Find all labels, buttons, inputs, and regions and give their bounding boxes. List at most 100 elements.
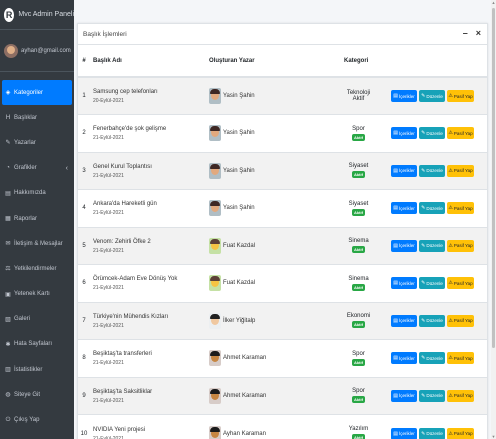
actions-cell: ▤ İçerikler ✎ Düzenle ⚠ Pasif Yap	[388, 302, 487, 340]
edit-button[interactable]: ✎ Düzenle	[419, 90, 445, 102]
user-panel[interactable]: ayhan@gmail.com	[0, 30, 74, 72]
close-button[interactable]: ×	[476, 28, 481, 38]
edit-label: Düzenle	[426, 168, 443, 174]
table-row: 3 Genel Kurul Toplantısı 21-Eylül-2021 Y…	[78, 152, 487, 190]
row-number: 4	[82, 205, 86, 212]
edit-button[interactable]: ✎ Düzenle	[419, 352, 445, 365]
contents-button[interactable]: ▤ İçerikler	[391, 352, 417, 365]
sidebar-item-5[interactable]: ▦ Raporlar	[0, 206, 74, 231]
header-title: Başlık Adı	[90, 45, 206, 78]
table-row: 9 Beşiktaş'ta Saksitliklar 21-Eylül-2021…	[78, 377, 487, 415]
contents-button[interactable]: ▤ İçerikler	[391, 314, 417, 327]
actions-cell: ▤ İçerikler ✎ Düzenle ⚠ Pasif Yap	[388, 190, 487, 228]
contents-button[interactable]: ▤ İçerikler	[391, 90, 417, 102]
sidebar-item-label: Yetenek Kartı	[14, 291, 50, 298]
sidebar-item-label: Galeri	[14, 316, 31, 323]
contents-label: İçerikler	[398, 243, 415, 249]
category-cell: Ekonomi Aktif	[326, 302, 388, 340]
author-name: Yasin Şahin	[223, 93, 255, 99]
title-cell: Samsung cep telefonları 20-Eylül-2021	[90, 77, 206, 115]
actions-cell: ▤ İçerikler ✎ Düzenle ⚠ Pasif Yap	[388, 227, 487, 265]
passive-button[interactable]: ⚠ Pasif Yap	[447, 314, 474, 327]
status-badge: Aktif	[352, 283, 365, 291]
sidebar-item-9[interactable]: ▧ Galeri	[0, 307, 74, 332]
passive-button[interactable]: ⚠ Pasif Yap	[447, 127, 474, 140]
sidebar-item-11[interactable]: ▥ İstatistikler	[0, 357, 74, 382]
sidebar-item-6[interactable]: ✉ İletişim & Mesajlar	[0, 231, 74, 256]
contents-label: İçerikler	[398, 318, 415, 324]
passive-button[interactable]: ⚠ Pasif Yap	[447, 239, 474, 252]
edit-button[interactable]: ✎ Düzenle	[419, 239, 445, 252]
table-row: 1 Samsung cep telefonları 20-Eylül-2021 …	[78, 77, 487, 115]
table-row: 10 NVIDIA Yeni projesi 21-Eylül-2021 Ayh…	[78, 414, 487, 439]
sidebar-item-label: Grafikler	[14, 165, 37, 172]
pencil-icon: ✎	[421, 93, 426, 99]
passive-button[interactable]: ⚠ Pasif Yap	[447, 202, 474, 215]
sidebar-item-8[interactable]: ▣ Yetenek Kartı	[0, 282, 74, 307]
logout-icon: ⏻	[5, 416, 11, 423]
title-cell: Beşiktaş'ta Saksitliklar 21-Eylül-2021	[90, 377, 206, 415]
sidebar-item-4[interactable]: ▤ Hakkımızda	[0, 181, 74, 206]
contents-button[interactable]: ▤ İçerikler	[391, 389, 417, 402]
scroll-down-arrow-icon[interactable]: ▼	[491, 434, 496, 439]
scroll-up-arrow-icon[interactable]: ▲	[491, 0, 496, 5]
stats-icon: ▥	[5, 367, 11, 374]
status-badge: Aktif	[352, 208, 365, 216]
header-author: Oluşturan Yazar	[206, 45, 326, 78]
sidebar-item-3[interactable]: ◔ Grafikler ‹	[0, 156, 74, 181]
scroll-thumb[interactable]	[492, 8, 495, 348]
topic-date: 21-Eylül-2021	[93, 172, 124, 179]
topic-date: 21-Eylül-2021	[93, 210, 124, 217]
sidebar-item-13[interactable]: ⏻ Çıkış Yap	[0, 407, 74, 432]
title-cell: Örümcek-Adam Eve Dönüş Yok 21-Eylül-2021	[90, 265, 206, 303]
sidebar-item-1[interactable]: H Başlıklar	[0, 105, 74, 130]
page-scrollbar[interactable]: ▲ ▼	[491, 0, 496, 439]
edit-button[interactable]: ✎ Düzenle	[419, 389, 445, 402]
passive-button[interactable]: ⚠ Pasif Yap	[447, 427, 474, 439]
category-cell: Siyaset Aktif	[326, 190, 388, 228]
author-avatar	[209, 88, 221, 104]
edit-button[interactable]: ✎ Düzenle	[419, 314, 445, 327]
pencil-icon: ✎	[421, 167, 426, 174]
topic-date: 21-Eylül-2021	[93, 360, 124, 367]
contents-button[interactable]: ▤ İçerikler	[391, 427, 417, 439]
passive-button[interactable]: ⚠ Pasif Yap	[447, 90, 474, 102]
category-name: Sinema	[348, 238, 369, 245]
passive-button[interactable]: ⚠ Pasif Yap	[447, 164, 474, 177]
pencil-icon: ✎	[421, 130, 426, 137]
edit-button[interactable]: ✎ Düzenle	[419, 427, 445, 439]
author-name: Ahmet Karaman	[223, 355, 267, 362]
warning-icon: ⚠	[448, 392, 453, 399]
row-number: 2	[82, 130, 86, 137]
sidebar-item-12[interactable]: ◍ Siteye Git	[0, 382, 74, 407]
list-icon: ▤	[393, 93, 398, 99]
topic-title: Ankara'da Hareketli gün	[93, 201, 157, 208]
contents-button[interactable]: ▤ İçerikler	[391, 127, 417, 140]
minimize-button[interactable]: –	[463, 28, 468, 38]
contents-button[interactable]: ▤ İçerikler	[391, 239, 417, 252]
passive-button[interactable]: ⚠ Pasif Yap	[447, 352, 474, 365]
sidebar-item-0[interactable]: ◈ Kategoriler	[2, 80, 72, 106]
edit-button[interactable]: ✎ Düzenle	[419, 202, 445, 215]
passive-button[interactable]: ⚠ Pasif Yap	[447, 389, 474, 402]
sidebar-item-10[interactable]: ✱ Hata Sayfaları	[0, 332, 74, 357]
sidebar-item-7[interactable]: ⚖ Yetkilendirmeler	[0, 256, 74, 281]
author-name: Fuat Kazdal	[223, 242, 256, 249]
sidebar-item-2[interactable]: ✎ Yazarlar	[0, 130, 74, 155]
actions-cell: ▤ İçerikler ✎ Düzenle ⚠ Pasif Yap	[388, 340, 487, 378]
brand-link[interactable]: R Mvc Admin Paneli	[0, 0, 74, 30]
edit-button[interactable]: ✎ Düzenle	[419, 127, 445, 140]
contents-button[interactable]: ▤ İçerikler	[391, 277, 417, 290]
passive-label: Pasif Yap	[453, 168, 473, 174]
topic-title: Beşiktaş'ta Saksitliklar	[93, 388, 153, 395]
table-row: 2 Fenerbahçe'de şok gelişme 21-Eylül-202…	[78, 114, 487, 153]
sidebar-nav: ◈ Kategoriler H Başlıklar ✎ Yazarlar ◔ Grafikle…	[0, 72, 74, 433]
warning-icon: ⚠	[448, 167, 453, 174]
card-title: Başlık İşlemleri	[83, 30, 127, 38]
passive-button[interactable]: ⚠ Pasif Yap	[447, 277, 474, 290]
edit-button[interactable]: ✎ Düzenle	[419, 164, 445, 177]
topic-date: 21-Eylül-2021	[93, 135, 124, 142]
contents-button[interactable]: ▤ İçerikler	[391, 164, 417, 177]
edit-button[interactable]: ✎ Düzenle	[419, 277, 445, 290]
contents-button[interactable]: ▤ İçerikler	[391, 202, 417, 215]
